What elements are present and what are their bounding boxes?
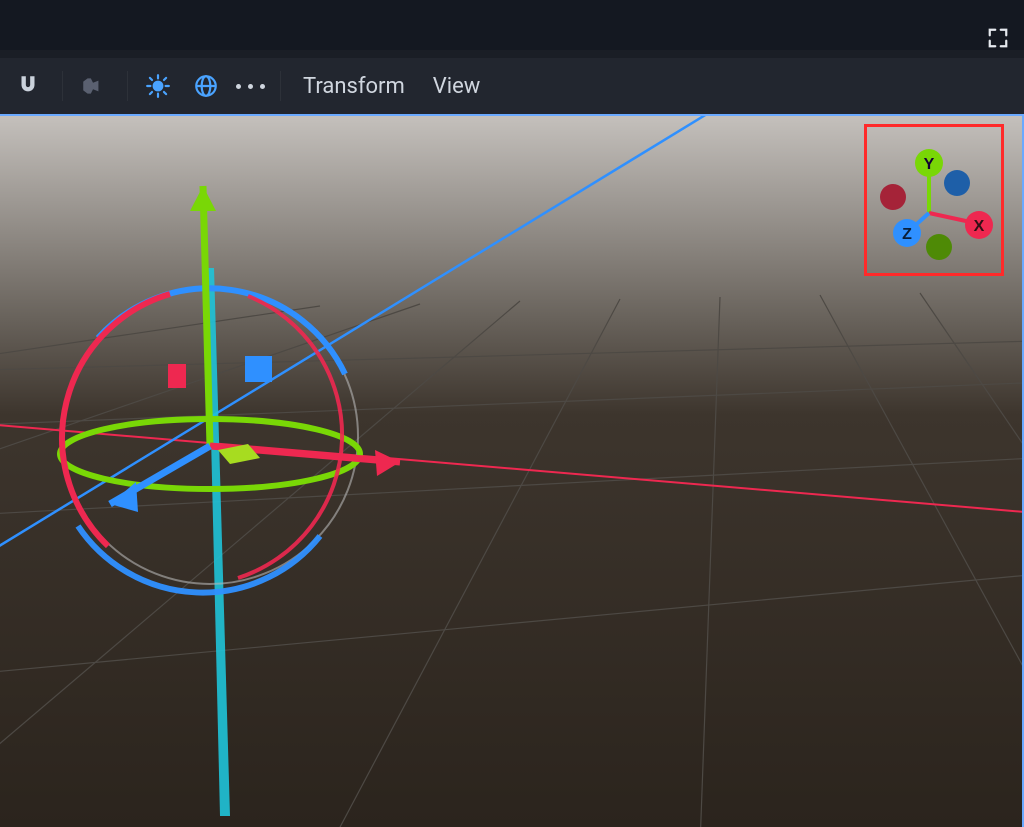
neg-z-handle[interactable] [944, 170, 970, 196]
expand-button[interactable] [984, 24, 1012, 52]
svg-text:Y: Y [924, 156, 935, 173]
orientation-gizmo[interactable]: Y X Z [864, 124, 1004, 276]
pos-x-handle[interactable]: X [965, 211, 993, 239]
neg-x-handle[interactable] [880, 184, 906, 210]
world-env-button[interactable] [184, 64, 228, 108]
menu-transform[interactable]: Transform [289, 74, 419, 99]
xy-plane-handle[interactable] [245, 356, 272, 382]
globe-icon [193, 73, 219, 99]
separator [127, 71, 128, 101]
pos-z-handle[interactable]: Z [893, 219, 921, 247]
camera-icon [80, 73, 106, 99]
viewport-toolbar: Transform View [0, 58, 1024, 114]
expand-icon [987, 27, 1009, 49]
menu-view[interactable]: View [419, 74, 495, 99]
svg-text:Z: Z [902, 226, 912, 243]
snap-button[interactable] [6, 64, 50, 108]
yz-plane-handle[interactable] [168, 364, 186, 388]
window-top-region [0, 10, 1024, 50]
pos-y-handle[interactable]: Y [915, 149, 943, 177]
separator [280, 71, 281, 101]
more-options-button[interactable] [232, 64, 268, 108]
svg-text:X: X [974, 218, 985, 235]
magnet-icon [15, 73, 41, 99]
preview-sun-button[interactable] [136, 64, 180, 108]
3d-viewport[interactable]: Y X Z [0, 114, 1024, 827]
dots-icon [236, 84, 241, 89]
separator [62, 71, 63, 101]
sun-icon [145, 73, 171, 99]
neg-y-handle[interactable] [926, 234, 952, 260]
camera-preview-button[interactable] [71, 64, 115, 108]
